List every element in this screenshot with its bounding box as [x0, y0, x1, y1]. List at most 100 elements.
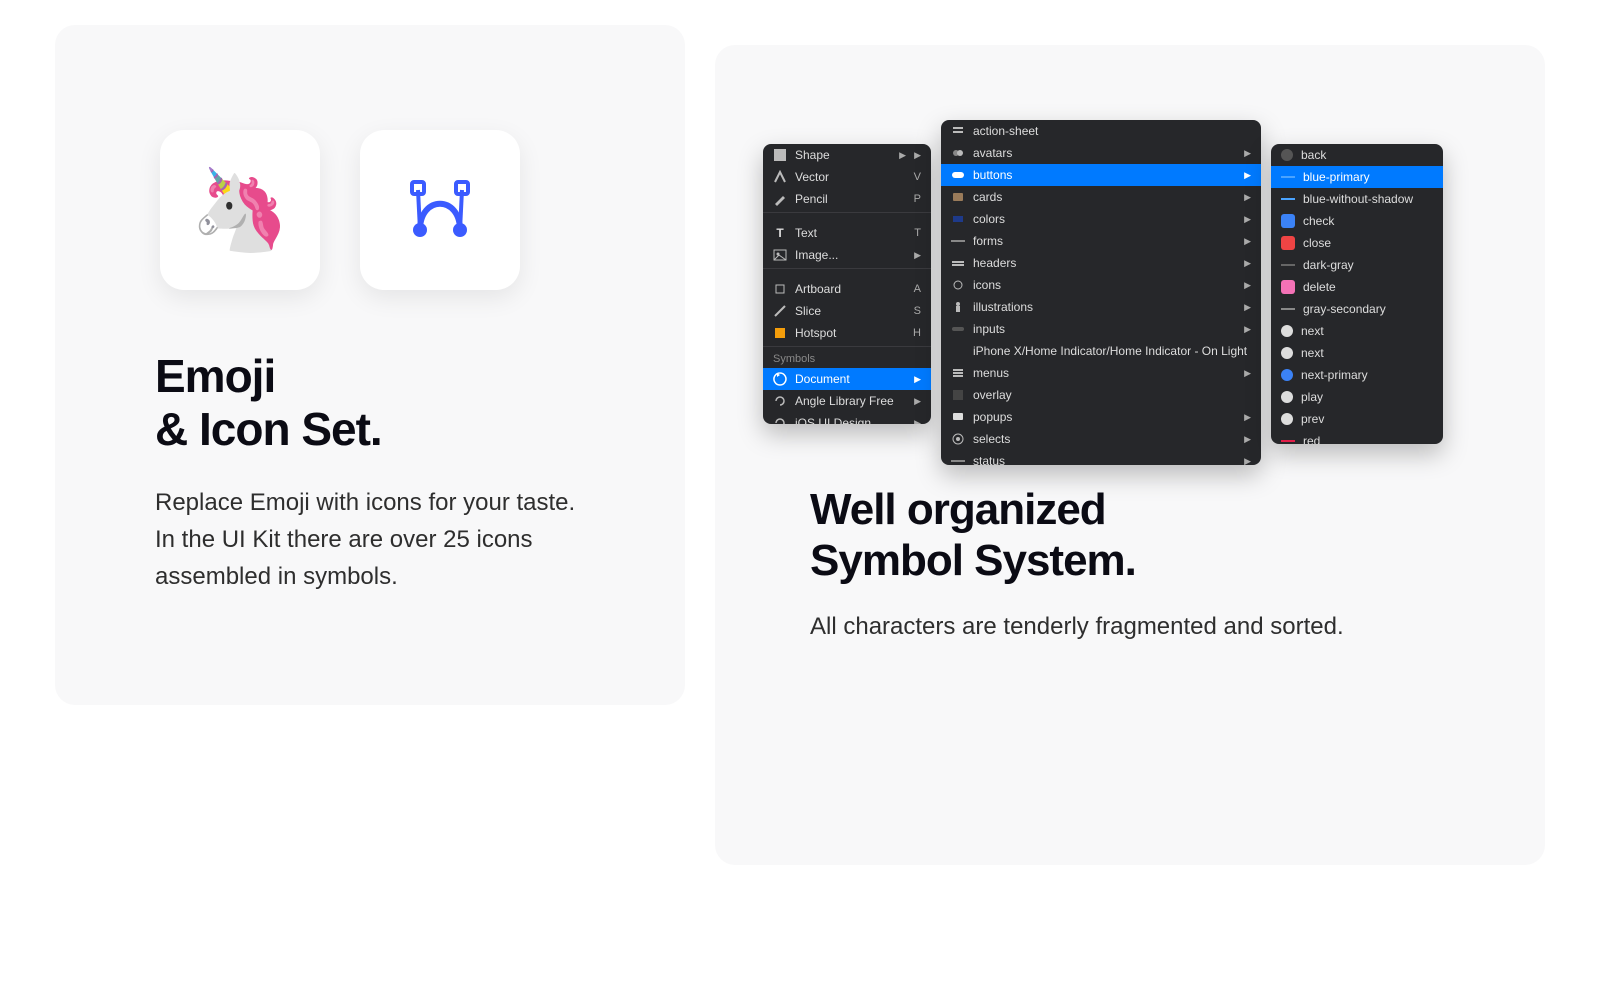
menu-item-next[interactable]: next	[1271, 342, 1443, 364]
swatch-icon	[1281, 369, 1293, 381]
emoji-icon-card: 🦄 Emoji& Icon Set. Replace Emoji with ic…	[55, 25, 685, 705]
menu-item-cards[interactable]: cards▶	[941, 186, 1261, 208]
menu-item-label: Artboard	[795, 282, 906, 296]
menu-item-label: Angle Library Free	[795, 394, 906, 408]
menu-item-text[interactable]: TTextT	[763, 222, 931, 244]
menu-item-label: Text	[795, 226, 906, 240]
menu-item-status[interactable]: status▶	[941, 450, 1261, 465]
chevron-right-icon: ▶	[1244, 324, 1251, 335]
menu-item-overlay[interactable]: overlay	[941, 384, 1261, 406]
menu-item-red[interactable]: red	[1271, 430, 1443, 444]
menu-item-blue-without-shadow[interactable]: blue-without-shadow	[1271, 188, 1443, 210]
menu-item-pencil[interactable]: PencilP	[763, 188, 931, 210]
chevron-right-icon: ▶	[1244, 214, 1251, 225]
menu-item-avatars[interactable]: avatars▶	[941, 142, 1261, 164]
menu-item-label: back	[1301, 148, 1433, 162]
menu-item-delete[interactable]: delete	[1271, 276, 1443, 298]
swatch-icon	[1281, 325, 1293, 337]
unicorn-emoji-tile: 🦄	[160, 130, 320, 290]
shortcut-key: A	[914, 283, 921, 295]
menu-item-label: icons	[973, 278, 1236, 292]
menu-item-next[interactable]: next	[1271, 320, 1443, 342]
insert-menu-panel: Shape▶▶VectorVPencilP TTextTImage...▶ Ar…	[763, 144, 931, 424]
icon-row: 🦄	[55, 25, 685, 290]
menu-item-label: Vector	[795, 170, 906, 184]
menu-item-icons[interactable]: icons ▶	[941, 274, 1261, 296]
menu-item-menus[interactable]: menus▶	[941, 362, 1261, 384]
sync-icon	[773, 394, 787, 408]
menu-item-gray-secondary[interactable]: gray-secondary	[1271, 298, 1443, 320]
menu-item-selects[interactable]: selects▶	[941, 428, 1261, 450]
sketch-panels: Shape▶▶VectorVPencilP TTextTImage...▶ Ar…	[763, 120, 1545, 450]
menu-item-blue-primary[interactable]: blue-primary	[1271, 166, 1443, 188]
avatars-icon	[951, 146, 965, 160]
swatch-icon	[1281, 214, 1295, 228]
menu-item-angle-library-free[interactable]: Angle Library Free ▶	[763, 390, 931, 412]
menu-item-check[interactable]: check	[1271, 210, 1443, 232]
headers-icon	[951, 256, 965, 270]
menu-item-label: popups	[973, 410, 1236, 424]
chevron-right-icon: ▶	[1244, 258, 1251, 269]
menu-item-label: illustrations	[973, 300, 1236, 314]
symbols-section-header: Symbols	[763, 346, 931, 368]
menu-item-buttons[interactable]: buttons▶	[941, 164, 1261, 186]
emoji-card-title: Emoji& Icon Set.	[155, 350, 685, 456]
menu-item-hotspot[interactable]: HotspotH	[763, 322, 931, 344]
slice-icon	[773, 304, 787, 318]
menu-item-shape[interactable]: Shape▶▶	[763, 144, 931, 166]
menu-item-label: check	[1303, 214, 1433, 228]
chevron-right-icon: ▶	[914, 374, 921, 385]
buttons-icon	[951, 168, 965, 182]
menu-item-prev[interactable]: prev	[1271, 408, 1443, 430]
shortcut-key: H	[913, 327, 921, 339]
symbol-card-title: Well organizedSymbol System.	[810, 485, 1545, 586]
menu-item-play[interactable]: play	[1271, 386, 1443, 408]
menus-icon	[951, 366, 965, 380]
menu-item-close[interactable]: close	[1271, 232, 1443, 254]
vector-icon	[773, 170, 787, 184]
menu-item-colors[interactable]: colors▶	[941, 208, 1261, 230]
menu-item-action-sheet[interactable]: action-sheet	[941, 120, 1261, 142]
dash-icon	[951, 234, 965, 248]
menu-item-label: status	[973, 454, 1236, 465]
menu-item-label: avatars	[973, 146, 1236, 160]
menu-item-label: selects	[973, 432, 1236, 446]
menu-item-dark-gray[interactable]: dark-gray	[1271, 254, 1443, 276]
cards-icon	[951, 190, 965, 204]
menu-item-inputs[interactable]: inputs▶	[941, 318, 1261, 340]
swatch-icon	[1281, 347, 1293, 359]
menu-item-image-[interactable]: Image...▶	[763, 244, 931, 266]
menu-item-popups[interactable]: popups▶	[941, 406, 1261, 428]
swatch-icon	[1281, 280, 1295, 294]
menu-item-back[interactable]: back	[1271, 144, 1443, 166]
menu-item-document[interactable]: Document▶	[763, 368, 931, 390]
doc-icon	[773, 372, 787, 386]
swatch-icon	[1281, 236, 1295, 250]
list-icon	[951, 124, 965, 138]
menu-item-slice[interactable]: SliceS	[763, 300, 931, 322]
none-icon	[951, 344, 965, 358]
menu-item-label: gray-secondary	[1303, 302, 1433, 316]
menu-item-next-primary[interactable]: next-primary	[1271, 364, 1443, 386]
document-symbols-panel: action-sheetavatars▶buttons▶cards▶colors…	[941, 120, 1261, 465]
pencil-icon	[773, 192, 787, 206]
menu-item-illustrations[interactable]: illustrations▶	[941, 296, 1261, 318]
swatch-icon	[1281, 198, 1295, 200]
menu-item-iphone-x-home-indicator-home-indicator-on-light[interactable]: iPhone X/Home Indicator/Home Indicator -…	[941, 340, 1261, 362]
menu-item-headers[interactable]: headers▶	[941, 252, 1261, 274]
shortcut-key: T	[914, 227, 921, 239]
chevron-right-icon: ▶	[914, 150, 921, 161]
illus-icon	[951, 300, 965, 314]
chevron-right-icon: ▶	[1244, 368, 1251, 379]
menu-item-artboard[interactable]: Artboard A	[763, 278, 931, 300]
menu-item-label: overlay	[973, 388, 1251, 402]
emoji-card-desc: Replace Emoji with icons for your taste.…	[155, 484, 585, 596]
bezier-curve-icon	[405, 175, 475, 245]
menu-item-label: red	[1303, 434, 1433, 444]
menu-item-vector[interactable]: VectorV	[763, 166, 931, 188]
chevron-right-icon: ▶	[1244, 280, 1251, 291]
chevron-right-icon: ▶	[914, 396, 921, 407]
menu-item-ios-ui-design[interactable]: iOS UI Design▶	[763, 412, 931, 424]
menu-item-forms[interactable]: forms▶	[941, 230, 1261, 252]
shortcut-key: P	[914, 193, 921, 205]
